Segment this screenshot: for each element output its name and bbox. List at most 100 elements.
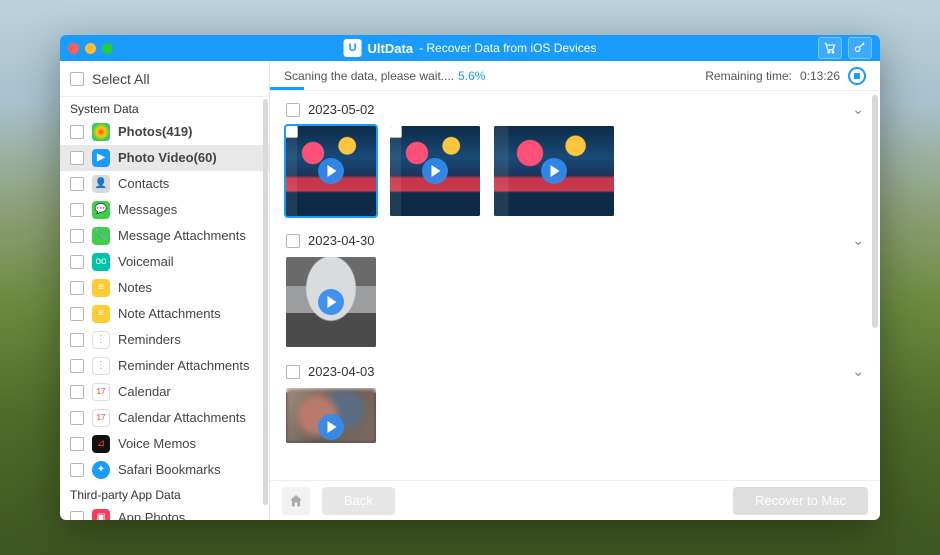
messages-icon: 💬 [92,201,110,219]
sidebar-item-voicemail[interactable]: ooVoicemail [60,249,269,275]
thumbnail-row [284,384,866,455]
sidebar-item-calendar[interactable]: 17 Calendar [60,379,269,405]
reminders-icon: ⋮ [92,331,110,349]
photo-video-icon: ▶ [92,149,110,167]
sidebar-item-label: Calendar [118,382,171,402]
sidebar-item-label: Safari Bookmarks [118,460,221,480]
date-group-header[interactable]: 2023-05-02 ⌄ [284,97,866,122]
sidebar-item-app-photos[interactable]: ▣App Photos [60,505,269,520]
sidebar-item-calendar-attach[interactable]: 17 Calendar Attachments [60,405,269,431]
sidebar-item-reminder-attach[interactable]: ⋮ Reminder Attachments [60,353,269,379]
checkbox[interactable] [70,203,84,217]
video-thumbnail[interactable] [286,126,376,216]
checkbox[interactable] [70,125,84,139]
sidebar-item-label: Voice Memos [118,434,196,454]
scan-status-text: Scaning the data, please wait.... [284,69,454,83]
back-button[interactable]: Back [322,487,395,515]
checkbox[interactable] [70,255,84,269]
zoom-window-button[interactable] [102,43,113,54]
play-icon [318,289,344,315]
sidebar-item-messages[interactable]: 💬 Messages [60,197,269,223]
chevron-down-icon[interactable]: ⌄ [852,363,864,380]
checkbox[interactable] [70,511,84,520]
recover-button[interactable]: Recover to Mac [733,487,868,515]
date-group-checkbox[interactable] [286,103,300,117]
sidebar: Select All System Data Photos(419) ▶ Phot… [60,61,270,520]
scan-status-bar: Scaning the data, please wait.... 5.6% R… [270,61,880,91]
chevron-down-icon[interactable]: ⌄ [852,101,864,118]
sidebar-section-system: System Data [60,97,269,119]
cart-button[interactable] [818,37,842,59]
home-icon [288,493,304,509]
play-icon [318,158,344,184]
key-icon [853,41,867,55]
thumb-checkbox[interactable] [286,126,298,138]
close-window-button[interactable] [68,43,79,54]
calendar-attach-icon: 17 [92,409,110,427]
sidebar-item-label: Notes [118,278,152,298]
sidebar-item-label: Reminders [118,330,181,350]
video-thumbnail[interactable] [494,126,614,216]
home-button[interactable] [282,487,310,515]
sidebar-item-contacts[interactable]: 👤Contacts [60,171,269,197]
checkbox[interactable] [70,151,84,165]
sidebar-item-label: Photo Video(60) [118,148,217,168]
checkbox[interactable] [70,463,84,477]
play-icon [318,414,344,440]
select-all-checkbox[interactable] [70,72,84,86]
checkbox[interactable] [70,359,84,373]
checkbox[interactable] [70,177,84,191]
select-all-row[interactable]: Select All [60,61,269,97]
date-group-label: 2023-04-30 [308,233,375,248]
sidebar-item-note-attach[interactable]: ≡Note Attachments [60,301,269,327]
checkbox[interactable] [70,229,84,243]
sidebar-item-label: Message Attachments [118,226,246,246]
video-thumbnail[interactable] [390,126,480,216]
sidebar-item-photo-video[interactable]: ▶ Photo Video(60) [60,145,269,171]
thumb-checkbox[interactable] [390,126,402,138]
msg-attach-icon: 📎 [92,227,110,245]
sidebar-item-voice-memos[interactable]: ⊿Voice Memos [60,431,269,457]
titlebar: U UltData - Recover Data from iOS Device… [60,35,880,61]
sidebar-item-label: Calendar Attachments [118,408,246,428]
sidebar-item-label: Messages [118,200,177,220]
checkbox[interactable] [70,333,84,347]
sidebar-item-notes[interactable]: ≡ Notes [60,275,269,301]
safari-icon: ✦ [92,461,110,479]
voicemail-icon: oo [92,253,110,271]
window-controls [68,43,113,54]
key-button[interactable] [848,37,872,59]
checkbox[interactable] [70,281,84,295]
sidebar-item-label: Reminder Attachments [118,356,250,376]
sidebar-item-safari[interactable]: ✦ Safari Bookmarks [60,457,269,483]
sidebar-item-reminders[interactable]: ⋮ Reminders [60,327,269,353]
thumbnail-row [284,122,866,228]
app-subtitle: - Recover Data from iOS Devices [419,41,596,55]
remaining-time-value: 0:13:26 [800,69,840,83]
sidebar-item-label: Photos(419) [118,122,192,142]
minimize-window-button[interactable] [85,43,96,54]
sidebar-item-label: App Photos [118,508,185,520]
checkbox[interactable] [70,385,84,399]
checkbox[interactable] [70,411,84,425]
sidebar-item-msg-attach[interactable]: 📎 Message Attachments [60,223,269,249]
date-group-checkbox[interactable] [286,234,300,248]
app-window: U UltData - Recover Data from iOS Device… [60,35,880,520]
remaining-time-label: Remaining time: [705,69,792,83]
checkbox[interactable] [70,307,84,321]
play-icon [541,158,567,184]
notes-icon: ≡ [92,279,110,297]
date-group-header[interactable]: 2023-04-30 ⌄ [284,228,866,253]
calendar-icon: 17 [92,383,110,401]
sidebar-item-label: Note Attachments [118,304,221,324]
stop-scan-button[interactable] [848,67,866,85]
chevron-down-icon[interactable]: ⌄ [852,232,864,249]
video-thumbnail[interactable] [286,257,376,347]
checkbox[interactable] [70,437,84,451]
sidebar-item-photos[interactable]: Photos(419) [60,119,269,145]
date-group-header[interactable]: 2023-04-03 ⌄ [284,359,866,384]
video-thumbnail[interactable] [286,388,376,443]
reminder-attach-icon: ⋮ [92,357,110,375]
date-group-checkbox[interactable] [286,365,300,379]
date-group-label: 2023-04-03 [308,364,375,379]
